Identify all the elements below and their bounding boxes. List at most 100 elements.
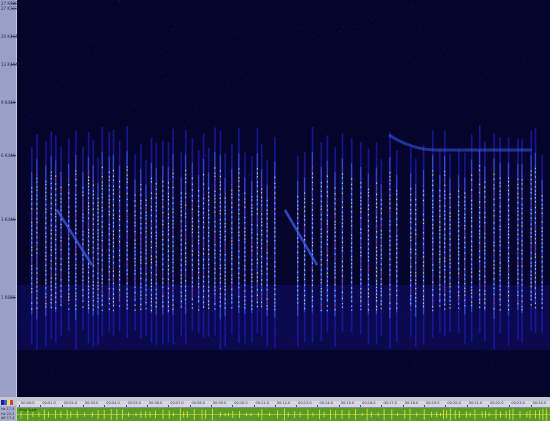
pulse-core [274,202,276,204]
pulse-core [320,232,322,235]
pulse-core [508,209,510,212]
pulse-core [126,226,128,228]
pulse-core [376,267,378,269]
pulse-core [251,273,253,275]
pulse-core [55,188,57,190]
pulse-core [214,303,216,305]
noise-speckle [433,23,435,25]
pulse-core [208,235,210,237]
pulse-core [521,234,523,237]
pulse-core [75,214,77,216]
pulse-core [297,306,299,309]
pulse-core [499,273,501,276]
color-palette-swatch[interactable] [1,400,13,405]
pulse-core [251,286,253,288]
pulse-core [88,189,90,191]
pulse-core [439,210,441,212]
pulse-core [162,223,164,226]
pulse-core [251,231,253,234]
pulse-core [334,309,336,311]
pulse-core [484,237,486,239]
noise-speckle [469,274,471,276]
pulse-core [68,211,70,213]
low-frequency-band [17,285,550,350]
spectrogram-canvas[interactable] [17,0,550,397]
pulse-core [458,196,460,198]
pulse-core [180,249,182,251]
pulse-core [439,226,441,228]
pulse-core [167,245,169,247]
pulse-core [198,211,200,213]
noise-speckle [510,283,511,285]
pulse-core [376,261,378,264]
time-tick-label: 00:09.0 [212,401,227,405]
pulse-core [140,243,142,245]
noise-speckle [97,113,99,115]
pulse-core [238,180,240,182]
spectrogram-view[interactable] [17,0,550,397]
pulse-core [88,252,90,254]
pulse-column [341,133,344,332]
pulse-core [145,249,147,251]
pulse-core [97,281,99,284]
pulse-core [112,245,114,247]
pulse-core [351,300,353,303]
pulse-core [55,244,57,246]
noise-speckle [196,182,198,184]
pulse-column [155,143,158,345]
pulse-core [534,171,536,173]
pulse-core [351,225,353,227]
noise-speckle [427,217,429,219]
pulse-core [351,255,353,258]
pulse-core [380,218,382,220]
pulse-core [360,274,362,276]
pulse-core [55,292,57,294]
noise-speckle [247,241,249,243]
noise-speckle [295,153,297,155]
pulse-core [517,282,519,284]
pulse-core [508,177,510,179]
noise-speckle [268,235,270,237]
noise-speckle [282,370,284,372]
waveform-view[interactable]: Amplitude [17,408,550,421]
pulse-core [140,203,142,205]
pulse-core [479,230,481,232]
waveform-canvas[interactable] [17,408,550,421]
pulse-core [311,214,313,216]
pulse-core [108,189,110,191]
pulse-core [304,274,306,276]
noise-speckle [520,85,522,86]
pulse-core [432,244,434,247]
noise-speckle [444,16,446,18]
pulse-core [266,257,268,259]
pulse-core [126,220,128,223]
pulse-core [464,258,466,260]
pulse-core [389,220,391,222]
noise-speckle [497,43,499,44]
time-ruler[interactable]: 00:00:0 00:01.0 00:02.0 00:03.0 00:04.0 00:05… [17,401,550,408]
pulse-core [499,262,501,264]
pulse-core [297,279,299,282]
pulse-core [256,280,258,282]
noise-speckle [307,279,308,281]
pulse-core [238,295,240,298]
pulse-core [439,305,441,307]
pulse-core [517,196,519,199]
pulse-core [256,289,258,291]
noise-speckle [264,136,266,138]
noise-speckle [209,82,210,84]
pulse-core [471,179,473,181]
pulse-core [367,234,369,237]
pulse-core [261,283,263,285]
pulse-core [410,236,412,238]
pulse-core [499,289,501,291]
pulse-core [534,227,536,229]
pulse-column [449,153,451,332]
noise-speckle [431,90,433,92]
pulse-core [311,188,313,190]
pulse-column [367,148,370,345]
pulse-core [198,195,200,197]
noise-speckle [160,51,162,53]
noise-speckle [200,45,202,47]
noise-speckle [545,3,547,5]
